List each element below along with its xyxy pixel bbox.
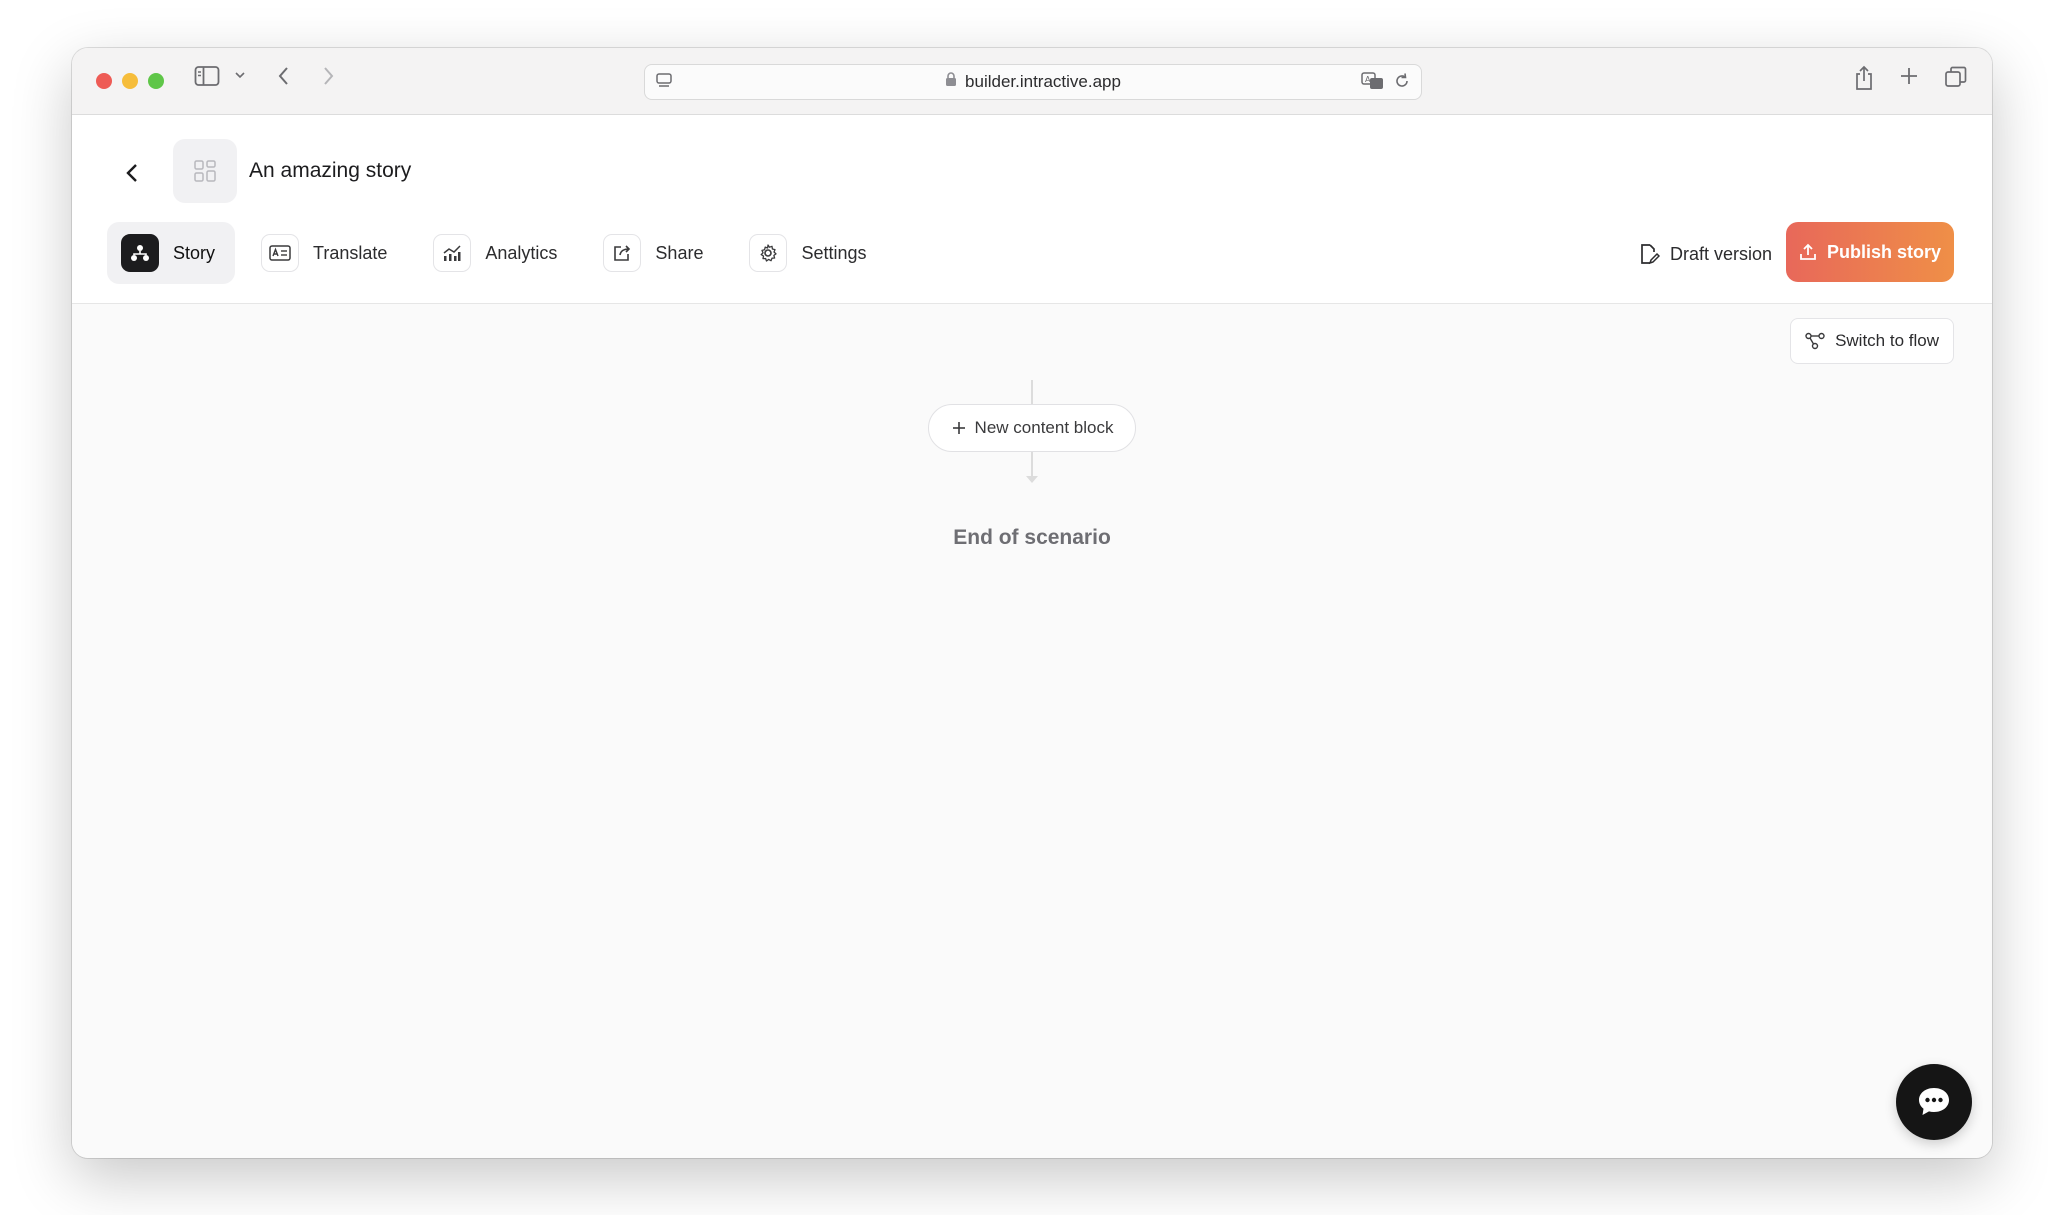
grid-icon	[194, 160, 216, 182]
tab-analytics-label: Analytics	[485, 242, 558, 263]
flow-connector-bottom	[1031, 452, 1033, 478]
tab-story-label: Story	[173, 242, 216, 263]
chevron-down-icon[interactable]	[234, 70, 246, 80]
draft-edit-icon	[1641, 244, 1660, 265]
story-canvas[interactable]: Switch to flow New content block End of …	[72, 304, 1992, 1158]
new-content-block-label: New content block	[974, 418, 1114, 437]
chat-bubble-icon	[1919, 1088, 1949, 1115]
url-text: builder.intractive.app	[965, 72, 1121, 91]
svg-text:A: A	[1365, 75, 1371, 84]
switch-to-flow-label: Switch to flow	[1835, 331, 1939, 350]
story-thumbnail[interactable]	[173, 139, 237, 203]
switch-to-flow-button[interactable]: Switch to flow	[1790, 318, 1954, 364]
tab-translate-label: Translate	[313, 242, 388, 263]
draft-version-label: Draft version	[1669, 243, 1772, 264]
browser-window: builder.intractive.app A An amazing stor…	[72, 48, 1992, 1158]
sidebar-toggle-icon[interactable]	[194, 65, 220, 87]
analytics-chart-icon	[433, 234, 472, 272]
chat-support-button[interactable]	[1896, 1064, 1972, 1140]
minimize-window-button[interactable]	[122, 73, 138, 89]
gear-icon	[749, 234, 788, 272]
translate-card-icon	[261, 234, 300, 272]
plus-icon	[952, 422, 965, 434]
browser-back-icon[interactable]	[276, 65, 292, 87]
tab-share[interactable]: Share	[589, 222, 723, 284]
story-title[interactable]: An amazing story	[249, 159, 411, 183]
browser-toolbar: builder.intractive.app A	[72, 48, 1992, 115]
page-menu-icon[interactable]	[655, 72, 673, 95]
tab-share-label: Share	[655, 242, 704, 263]
zoom-window-button[interactable]	[148, 73, 164, 89]
tab-overview-icon[interactable]	[1944, 65, 1968, 89]
end-of-scenario-label: End of scenario	[953, 526, 1111, 549]
flow-arrow-icon	[1026, 476, 1038, 483]
lock-icon	[945, 72, 957, 92]
browser-forward-icon[interactable]	[320, 65, 336, 87]
publish-story-label: Publish story	[1826, 241, 1942, 262]
address-bar[interactable]: builder.intractive.app A	[644, 64, 1422, 100]
sitemap-icon	[121, 234, 159, 272]
new-content-block-button[interactable]: New content block	[928, 404, 1136, 452]
tab-analytics[interactable]: Analytics	[419, 222, 577, 284]
close-window-button[interactable]	[96, 73, 112, 89]
main-tabs: Story Translate Analytics Share Settings	[107, 222, 899, 284]
tab-settings-label: Settings	[801, 242, 867, 263]
back-button[interactable]	[116, 157, 148, 189]
reload-icon[interactable]	[1393, 72, 1411, 95]
tab-settings[interactable]: Settings	[735, 222, 886, 284]
chevron-left-icon	[126, 164, 137, 182]
upload-icon	[1800, 243, 1816, 260]
new-tab-icon[interactable]	[1898, 65, 1920, 87]
share-page-icon[interactable]	[1854, 65, 1874, 91]
flow-connector-top	[1031, 380, 1033, 404]
tab-story[interactable]: Story	[107, 222, 236, 284]
draft-version-status[interactable]: Draft version	[1638, 243, 1772, 265]
app-header: An amazing story Story Translate Analyti…	[72, 115, 1992, 304]
translate-page-icon[interactable]: A	[1361, 72, 1385, 95]
share-icon	[603, 234, 642, 272]
tab-translate[interactable]: Translate	[247, 222, 407, 284]
flow-nodes-icon	[1805, 332, 1825, 350]
publish-story-button[interactable]: Publish story	[1786, 222, 1954, 282]
